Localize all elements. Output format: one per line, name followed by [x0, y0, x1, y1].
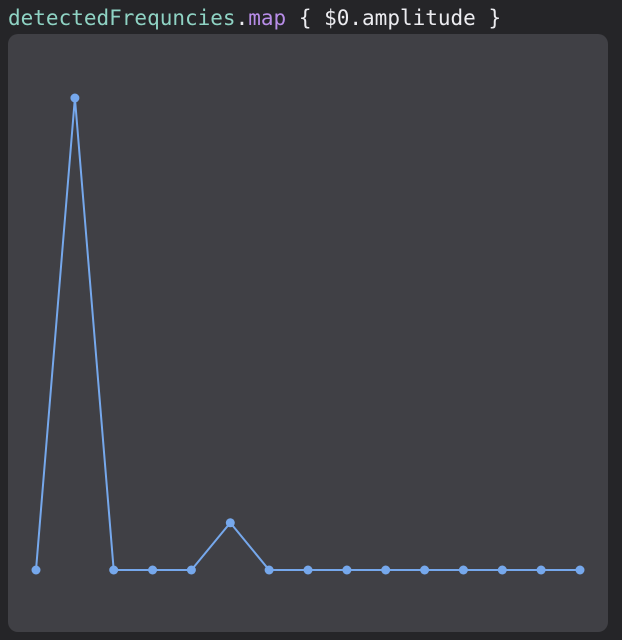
- series-line: [35, 97, 580, 571]
- code-expression: detectedFrequncies.map { $0.amplitude }: [8, 2, 501, 34]
- data-point: [70, 93, 80, 103]
- code-receiver: detectedFrequncies: [8, 6, 236, 30]
- data-point: [31, 565, 41, 575]
- code-dot: .: [235, 6, 249, 30]
- data-point: [420, 565, 430, 575]
- amplitude-line-chart: [31, 93, 585, 575]
- data-point: [225, 518, 235, 528]
- code-closure: { $0.amplitude }: [286, 6, 502, 30]
- data-point: [109, 565, 119, 575]
- data-point: [381, 565, 391, 575]
- data-point: [575, 565, 585, 575]
- data-point: [148, 565, 158, 575]
- data-point: [536, 565, 546, 575]
- data-point: [264, 565, 274, 575]
- data-point: [458, 565, 468, 575]
- data-point: [186, 565, 196, 575]
- code-method: map: [248, 6, 287, 30]
- data-point: [497, 565, 507, 575]
- plot-panel: [8, 34, 608, 632]
- data-point: [303, 565, 313, 575]
- data-point: [342, 565, 352, 575]
